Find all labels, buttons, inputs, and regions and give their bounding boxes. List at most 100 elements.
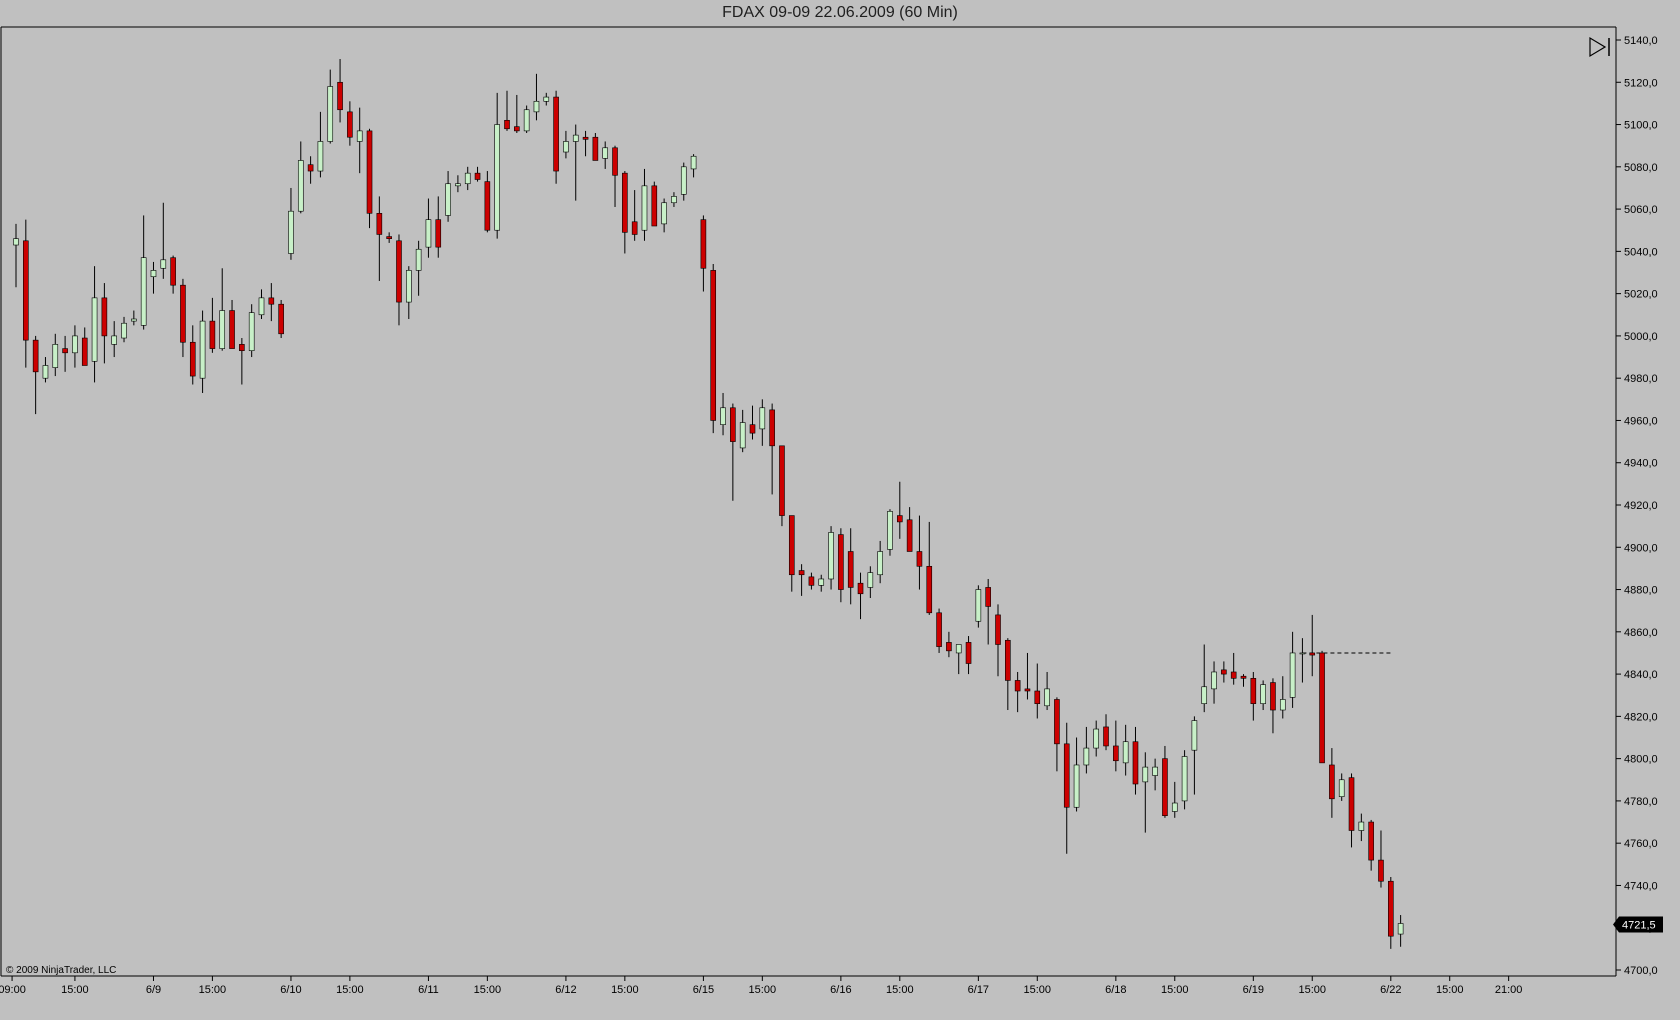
candle: [278, 299, 284, 339]
candle: [690, 154, 697, 178]
y-tick-label: 4900,0: [1624, 542, 1658, 554]
candle-body: [81, 337, 88, 366]
candle-body: [1171, 802, 1178, 812]
candle-body: [23, 240, 29, 341]
candle: [445, 171, 451, 222]
candle-body: [435, 219, 442, 248]
candle: [739, 409, 746, 453]
candle-body: [808, 576, 815, 586]
candle: [847, 528, 854, 605]
candle: [297, 141, 304, 214]
candle-body: [258, 297, 265, 316]
candle: [995, 604, 1001, 677]
candle-body: [307, 164, 314, 172]
candle: [631, 190, 638, 241]
candle-body: [1260, 684, 1266, 704]
x-tick-label: 15:00: [1024, 984, 1052, 996]
candle: [1230, 652, 1237, 685]
candle: [1309, 614, 1316, 677]
candle: [671, 192, 677, 207]
candle-body: [180, 284, 186, 343]
candle-body: [582, 136, 589, 140]
x-tick-label: 15:00: [336, 984, 364, 996]
candle: [248, 304, 255, 358]
candle: [563, 130, 569, 159]
candle-body: [828, 532, 834, 580]
candle: [523, 105, 530, 133]
candle-body: [523, 109, 530, 132]
candle-body: [661, 202, 667, 225]
candle: [474, 166, 481, 182]
candle: [347, 101, 353, 146]
candle: [268, 283, 275, 322]
candle-body: [239, 344, 245, 352]
candle: [572, 124, 579, 201]
candle: [356, 107, 363, 174]
candle-body: [199, 320, 206, 379]
y-tick-label: 5000,0: [1624, 331, 1658, 343]
y-tick-label: 4840,0: [1624, 669, 1658, 681]
candle-body: [327, 86, 334, 142]
candle: [288, 187, 294, 260]
candle: [818, 574, 825, 592]
x-tick-label: 6/19: [1243, 984, 1264, 996]
candle-body: [317, 141, 324, 172]
candle-body: [1270, 682, 1276, 711]
candle: [180, 278, 186, 358]
candle-body: [1024, 688, 1031, 692]
candle: [828, 526, 834, 590]
candle-body: [514, 126, 520, 132]
candle: [926, 521, 933, 615]
candle-body: [563, 141, 569, 153]
candle: [13, 223, 19, 288]
candle: [543, 92, 550, 106]
candle: [504, 90, 510, 131]
y-tick-label: 4980,0: [1624, 373, 1658, 385]
candle: [1211, 661, 1217, 704]
candle-body: [42, 365, 49, 379]
candle-body: [91, 297, 98, 362]
price-chart[interactable]: 5140,0 5120,0 5100,0 5080,0 5060,0 5040,0 5020…: [0, 0, 1680, 1020]
candle-body: [1279, 699, 1286, 711]
candle-body: [494, 124, 500, 231]
candle-body: [1014, 680, 1021, 692]
candle-body: [887, 511, 893, 550]
candle: [494, 92, 500, 239]
candle-body: [592, 136, 599, 161]
candle-body: [297, 160, 304, 212]
y-tick-label: 5020,0: [1624, 289, 1658, 301]
candle-body: [651, 185, 658, 227]
candle: [170, 255, 176, 294]
candle-body: [1005, 639, 1011, 681]
candle: [1319, 650, 1325, 764]
y-tick-label: 4880,0: [1624, 585, 1658, 597]
candle-body: [975, 589, 982, 622]
candle: [779, 445, 785, 527]
candle-body: [189, 341, 196, 377]
candle-body: [612, 147, 618, 176]
y-tick-label: 4940,0: [1624, 458, 1658, 470]
candle-body: [690, 155, 697, 170]
candle: [160, 202, 167, 279]
candle: [1063, 722, 1070, 854]
candle-body: [1230, 671, 1237, 679]
candle-body: [131, 318, 137, 322]
candle: [896, 481, 903, 539]
candle: [307, 156, 314, 184]
candle-body: [1299, 652, 1306, 655]
candle: [337, 59, 343, 123]
candle-body: [62, 348, 68, 354]
candle: [1093, 720, 1099, 757]
scroll-to-end-button[interactable]: [1589, 36, 1610, 58]
candle: [1044, 671, 1050, 711]
candle-body: [1201, 686, 1208, 704]
y-tick-label: 5120,0: [1624, 77, 1658, 89]
candle-body: [396, 240, 402, 303]
candle-body: [838, 534, 844, 590]
y-tick-label: 5100,0: [1624, 120, 1658, 132]
candle-body: [955, 644, 962, 654]
candle-body: [484, 181, 491, 231]
candle-body: [415, 248, 422, 271]
x-tick-label: 09:00: [0, 984, 26, 996]
candle: [150, 261, 157, 294]
